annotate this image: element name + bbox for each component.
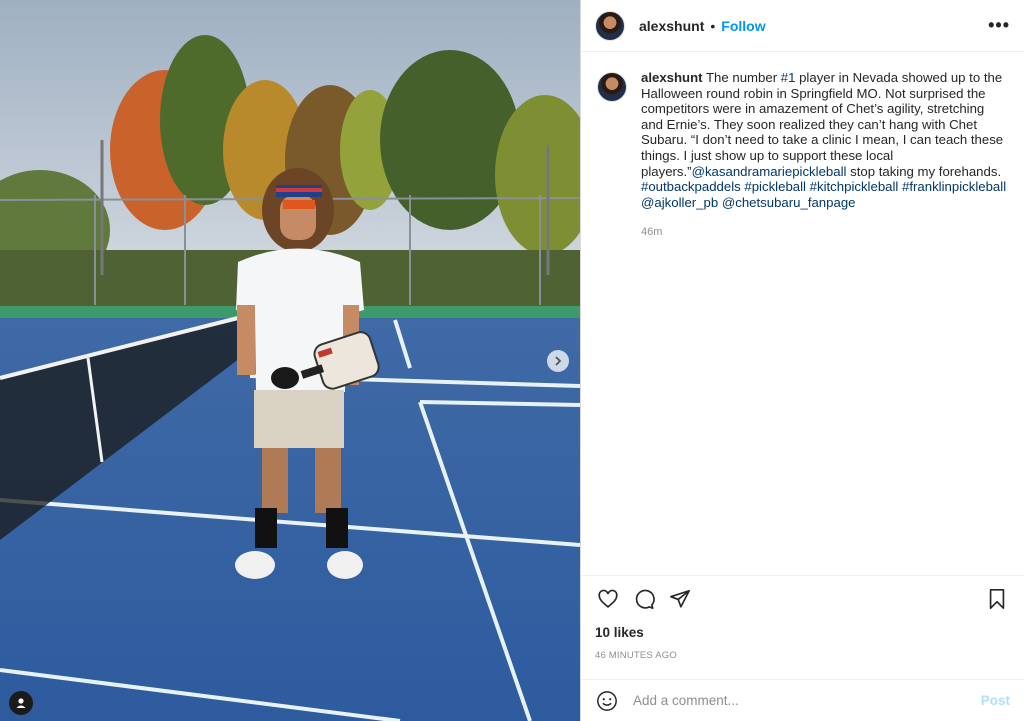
share-icon [670,589,690,608]
add-comment-bar: Post [581,679,1024,721]
photo-scene [0,0,580,721]
caption-time: 46m [641,226,663,239]
action-bar [581,575,1024,621]
caption-text-1: The number [702,70,781,85]
caption-username[interactable]: alexshunt [641,70,703,85]
caption-text: alexshunt The number #1 player in Nevada… [641,70,1008,241]
share-button[interactable] [665,584,695,614]
post-timestamp[interactable]: 46 MINUTES AGO [581,640,1024,661]
caption-text-3: stop taking my forehands. [846,163,1002,179]
post-sidebar: alexshunt • Follow ••• alexshunt The num… [580,0,1024,721]
separator-dot: • [710,17,716,34]
like-button[interactable] [593,584,623,614]
caption: alexshunt The number #1 player in Nevada… [597,70,1008,241]
likes-count[interactable]: 10 likes [581,621,1024,640]
mention-link[interactable]: @chetsubaru_fanpage [722,195,856,210]
emoji-icon [597,690,617,711]
save-button[interactable] [982,584,1012,614]
hashtag-link[interactable]: #outbackpaddels [641,179,741,194]
comment-input[interactable] [631,692,981,709]
comment-button[interactable] [629,584,659,614]
mention-link[interactable]: @ajkoller_pb [641,195,718,210]
hashtag-link[interactable]: #pickleball [744,179,806,194]
header-username[interactable]: alexshunt [639,18,704,34]
avatar[interactable] [595,10,625,41]
hashtag-link[interactable]: #1 [781,70,796,85]
post-container: alexshunt • Follow ••• alexshunt The num… [0,0,1024,721]
mention-link[interactable]: @kasandramariepickleball [692,164,847,179]
post-header: alexshunt • Follow ••• [581,0,1024,52]
post-comment-button[interactable]: Post [981,693,1010,708]
hashtag-link[interactable]: #franklinpickleball [902,179,1006,194]
emoji-button[interactable] [595,689,619,713]
post-photo[interactable] [0,0,580,721]
hashtag-link[interactable]: #kitchpickleball [810,179,899,194]
follow-button[interactable]: Follow [721,18,765,34]
heart-icon [598,589,618,608]
comments-area: alexshunt The number #1 player in Nevada… [581,52,1024,575]
more-options-button[interactable]: ••• [988,15,1010,36]
next-photo-button[interactable] [547,350,569,372]
bookmark-icon [989,588,1005,609]
caption-avatar[interactable] [597,72,627,102]
more-horizontal-icon: ••• [988,15,1010,35]
user-tag-icon [16,698,26,708]
user-tag-button[interactable] [9,691,33,715]
comment-icon [635,589,655,609]
chevron-right-icon [555,356,562,366]
caption-text-2: player in Nevada showed up to the Hallow… [641,70,1004,179]
